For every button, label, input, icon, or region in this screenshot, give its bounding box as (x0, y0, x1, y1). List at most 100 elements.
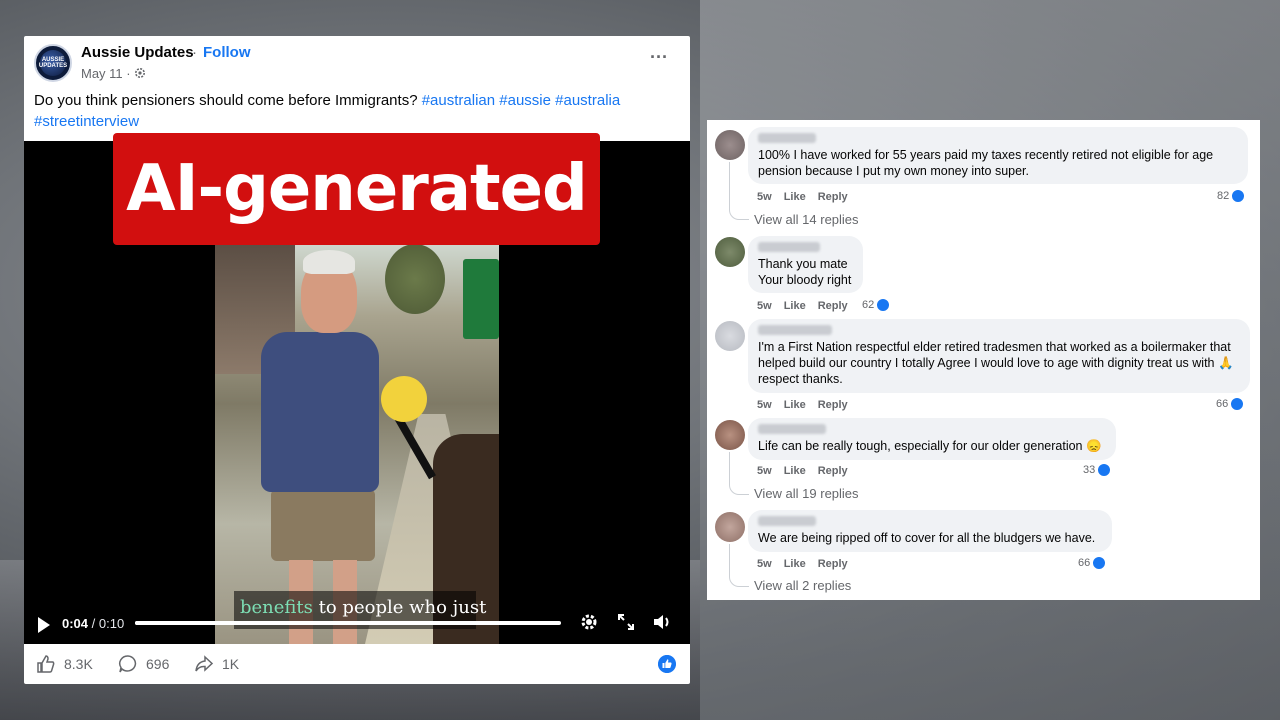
thumbs-up-icon (37, 655, 55, 673)
hashtag-aussie[interactable]: #aussie (499, 92, 551, 109)
comment-reaction-count: 66 (1216, 397, 1245, 411)
share-arrow-icon (195, 655, 214, 672)
comment-reaction-count: 33 (1083, 463, 1112, 477)
avatar-logo: AUSSIE UPDATES (39, 50, 67, 76)
comment-like-button[interactable]: Like (784, 558, 806, 570)
comment-actions: 5w Like Reply (757, 558, 860, 570)
progress-bar[interactable] (135, 621, 561, 625)
comment-age: 5w (757, 300, 772, 312)
like-reaction-icon (658, 655, 676, 673)
comment-text: We are being ripped off to cover for all… (758, 531, 1096, 545)
hashtag-streetinterview[interactable]: #streetinterview (34, 113, 139, 130)
post-text: Do you think pensioners should come befo… (34, 90, 674, 132)
comment-action[interactable]: 696 (118, 654, 169, 674)
comment-actions: 5w Like Reply (757, 300, 860, 312)
commenter-avatar[interactable] (715, 237, 745, 267)
ai-generated-badge: AI-generated (113, 133, 600, 245)
hashtag-australia[interactable]: #australia (555, 92, 620, 109)
fullscreen-icon[interactable] (615, 611, 637, 633)
view-replies-link[interactable]: View all 19 replies (754, 486, 859, 501)
comment-bubble: Life can be really tough, especially for… (748, 418, 1116, 460)
ai-generated-label: AI-generated (126, 152, 588, 226)
commenter-avatar[interactable] (715, 512, 745, 542)
privacy-gear-icon (135, 68, 145, 78)
comment-reply-button[interactable]: Reply (818, 300, 848, 312)
more-horizontal-icon[interactable]: ··· (650, 48, 670, 70)
reaction-count-value: 66 (1216, 398, 1229, 410)
man-shirt (261, 332, 379, 492)
reply-thread-line (729, 162, 749, 220)
comment-bubble: Thank you mate Your bloody right (748, 236, 863, 293)
like-reaction-icon (1231, 189, 1246, 203)
man-hair (303, 250, 355, 274)
progress-fill (135, 621, 306, 625)
comment-reaction-count: 62 (862, 298, 891, 312)
comment-reply-button[interactable]: Reply (818, 558, 848, 570)
reaction-count-value: 82 (1217, 190, 1230, 202)
commenter-name-redacted (758, 242, 820, 252)
commenter-avatar[interactable] (715, 130, 745, 160)
volume-icon[interactable] (651, 611, 673, 633)
like-reaction-icon (1097, 463, 1112, 477)
comment-reply-button[interactable]: Reply (818, 465, 848, 477)
time-current: 0:04 (62, 616, 89, 631)
commenter-name-redacted (758, 325, 832, 335)
comment-line: Thank you mate (758, 257, 848, 271)
like-reaction-icon (1092, 556, 1107, 570)
follow-button[interactable]: Follow (203, 44, 251, 61)
comment-age: 5w (757, 558, 772, 570)
hashtag-australian[interactable]: #australian (422, 92, 495, 109)
comment-actions: 5w Like Reply (757, 465, 860, 477)
time-total: 0:10 (98, 616, 125, 631)
reply-thread-line (729, 452, 749, 495)
settings-gear-icon[interactable] (578, 611, 600, 633)
commenter-name-redacted (758, 424, 826, 434)
comment-like-button[interactable]: Like (784, 399, 806, 411)
comment-age: 5w (757, 399, 772, 411)
video-player[interactable]: benefits to people who just AI-generated… (24, 133, 690, 644)
post-header: AUSSIE UPDATES Aussie Updates · Follow M… (24, 36, 690, 90)
comment-reply-button[interactable]: Reply (818, 191, 848, 203)
bus-image (463, 259, 499, 339)
comment-like-button[interactable]: Like (784, 191, 806, 203)
comment-like-button[interactable]: Like (784, 300, 806, 312)
comment-text: 100% I have worked for 55 years paid my … (758, 148, 1214, 178)
comment-reaction-count: 82 (1217, 189, 1246, 203)
man-shorts (271, 489, 375, 561)
comment-reply-button[interactable]: Reply (818, 399, 848, 411)
comment-text: I'm a First Nation respectful elder reti… (758, 340, 1234, 386)
commenter-name-redacted (758, 133, 816, 143)
reaction-count-value: 66 (1078, 557, 1091, 569)
commenter-name-redacted (758, 516, 816, 526)
page-avatar[interactable]: AUSSIE UPDATES (34, 44, 72, 82)
like-reaction-icon (1230, 397, 1245, 411)
comment-age: 5w (757, 465, 772, 477)
video-time: 0:04 / 0:10 (62, 616, 124, 631)
tree-image (385, 244, 445, 314)
like-action[interactable]: 8.3K (36, 654, 93, 674)
separator-dot: · (192, 44, 197, 61)
post-date[interactable]: May 11 · (81, 66, 131, 81)
comments-panel: 100% I have worked for 55 years paid my … (707, 120, 1260, 600)
post-footer: 8.3K 696 1K (24, 644, 690, 684)
reaction-count-value: 62 (862, 299, 875, 311)
comment-actions: 5w Like Reply (757, 191, 860, 203)
commenter-avatar[interactable] (715, 321, 745, 351)
video-controls: 0:04 / 0:10 (24, 601, 690, 644)
comment-bubble: 100% I have worked for 55 years paid my … (748, 127, 1248, 184)
comment-reaction-count: 66 (1078, 556, 1107, 570)
likes-count: 8.3K (64, 656, 93, 672)
share-action[interactable]: 1K (194, 654, 239, 674)
comment-actions: 5w Like Reply (757, 399, 860, 411)
page-name[interactable]: Aussie Updates (81, 44, 194, 61)
commenter-avatar[interactable] (715, 420, 745, 450)
reaction-count-value: 33 (1083, 464, 1096, 476)
view-replies-link[interactable]: View all 14 replies (754, 212, 859, 227)
comment-like-button[interactable]: Like (784, 465, 806, 477)
view-replies-link[interactable]: View all 2 replies (754, 578, 851, 593)
post-question: Do you think pensioners should come befo… (34, 92, 418, 109)
play-icon[interactable] (38, 617, 50, 633)
time-separator: / (88, 616, 99, 631)
comment-bubble: We are being ripped off to cover for all… (748, 510, 1112, 552)
comment-age: 5w (757, 191, 772, 203)
